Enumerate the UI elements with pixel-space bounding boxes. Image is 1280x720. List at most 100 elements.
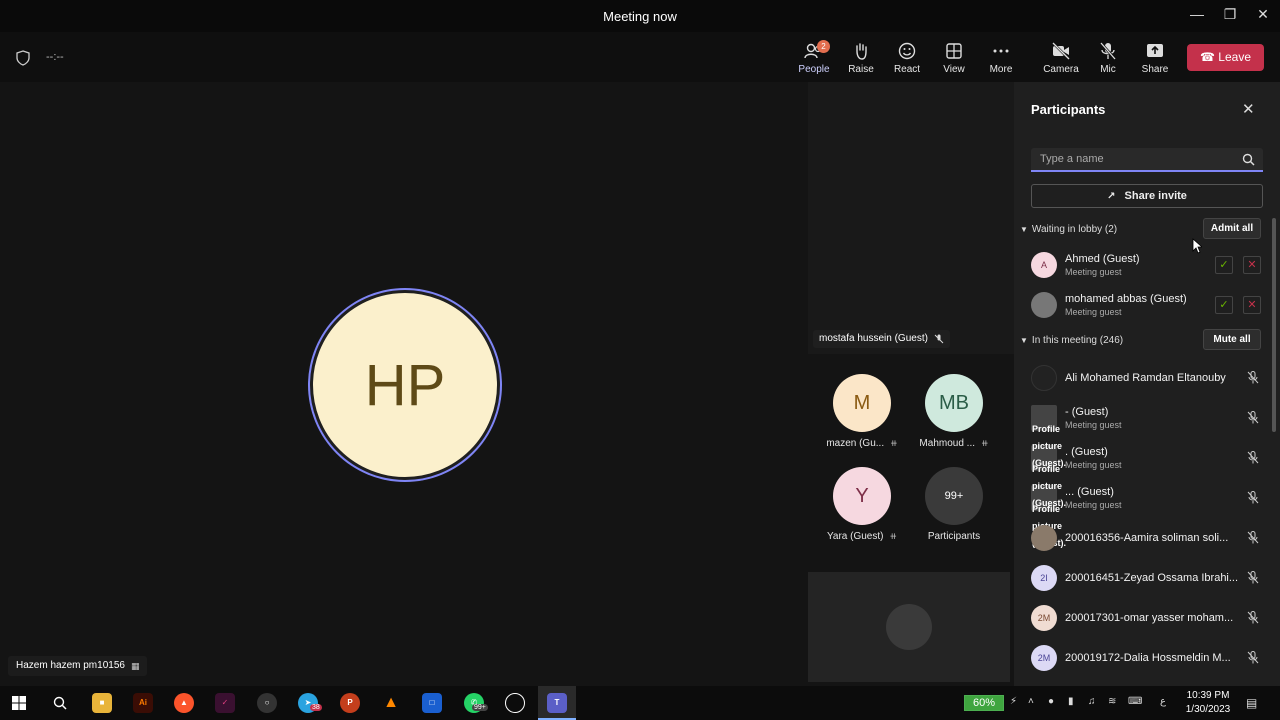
view-button[interactable]: View (931, 40, 977, 80)
clock-date: 1/30/2023 (1185, 704, 1231, 715)
share-invite-button[interactable]: ↗ Share invite (1031, 184, 1263, 208)
clock-app-icon[interactable] (505, 693, 525, 713)
avatar (1031, 365, 1057, 391)
more-participants-tile[interactable]: 99+ Participants (909, 467, 999, 542)
more-label: More (989, 64, 1013, 75)
react-button[interactable]: React (884, 40, 930, 80)
battery-indicator[interactable]: 60% (964, 695, 1004, 711)
member-row[interactable]: 2M 200019172-Dalia Hossmeldin M... (1031, 641, 1263, 675)
brave-browser-icon[interactable]: ▲ (174, 693, 194, 713)
participant-tile[interactable]: M mazen (Gu... ⧺ (817, 374, 907, 449)
more-dots-icon (993, 49, 1009, 53)
mic-off-icon: ⧺ (889, 531, 898, 541)
notifications-icon[interactable]: ▤ (1246, 696, 1257, 710)
avatar (1031, 292, 1057, 318)
camera-video-tile[interactable] (808, 572, 1010, 682)
participant-name: - (Guest) (1065, 406, 1109, 418)
input-language[interactable]: ع (1160, 696, 1166, 707)
share-label: Share (1141, 64, 1169, 75)
lobby-row[interactable]: A Ahmed (Guest) Meeting guest ✓ ✕ (1031, 248, 1263, 282)
app-icon[interactable]: ✓ (215, 693, 235, 713)
file-explorer-icon[interactable]: ■ (92, 693, 112, 713)
video-frame (886, 604, 932, 650)
lobby-row[interactable]: mohamed abbas (Guest) Meeting guest ✓ ✕ (1031, 288, 1263, 322)
avatar: A (1031, 252, 1057, 278)
share-link-icon: ↗ (1107, 191, 1116, 202)
tile-name: Participants (927, 531, 981, 542)
self-name: Hazem hazem pm10156 (16, 660, 125, 671)
panel-scrollbar[interactable] (1272, 218, 1276, 432)
chevron-down-icon: ▼ (1020, 336, 1028, 345)
self-name-tag: Hazem hazem pm10156 ▦ (8, 656, 148, 676)
participant-search[interactable] (1031, 148, 1263, 172)
chevron-up-icon[interactable]: ˄ (1028, 696, 1034, 707)
participant-name: . (Guest) (1065, 446, 1108, 458)
wifi-icon[interactable]: ≋ (1108, 696, 1116, 707)
teams-icon[interactable]: T (547, 693, 567, 713)
deny-x-icon[interactable]: ✕ (1243, 296, 1261, 314)
keyboard-icon[interactable]: ⌨ (1128, 696, 1142, 707)
camera-button[interactable]: Camera (1038, 40, 1084, 80)
member-row[interactable]: Ali Mohamed Ramdan Eltanouby (1031, 361, 1263, 395)
participant-tile[interactable]: Y Yara (Guest) ⧺ (817, 467, 907, 542)
mic-off-icon (1247, 651, 1259, 664)
close-panel-icon[interactable]: ✕ (1242, 100, 1255, 118)
participant-tile[interactable]: MB Mahmoud ... ⧺ (909, 374, 999, 449)
mute-all-button[interactable]: Mute all (1203, 329, 1261, 350)
more-button[interactable]: More (978, 40, 1024, 80)
member-row[interactable]: 2M 200017301-omar yasser moham... (1031, 601, 1263, 635)
hand-icon (856, 43, 867, 60)
admit-check-icon[interactable]: ✓ (1215, 256, 1233, 274)
raise-label: Raise (848, 64, 874, 75)
search-input[interactable] (1031, 148, 1231, 170)
overwatch-icon[interactable]: ○ (257, 693, 277, 713)
vlc-icon[interactable]: ▲ (381, 693, 401, 713)
member-row[interactable]: 200016356-Aamira soliman soli... (1031, 521, 1263, 555)
mic-off-icon (1247, 491, 1259, 504)
share-button[interactable]: Share (1132, 40, 1178, 80)
windows-taskbar: ■ Ai ▲ ✓ ○ ➤ 38 P ▲ □ ✆ 99+ T 60% ⚡ ˄ ● … (0, 686, 1280, 720)
restore-icon[interactable]: ❐ (1219, 6, 1241, 26)
mic-off-icon (1247, 611, 1259, 624)
people-label: People (798, 64, 830, 75)
telegram-badge: 38 (310, 704, 322, 711)
raise-hand-button[interactable]: Raise (838, 40, 884, 80)
tile-name: Yara (Guest) (826, 531, 884, 542)
mic-tray-icon[interactable]: ● (1048, 696, 1054, 707)
close-window-icon[interactable]: ✕ (1252, 6, 1274, 26)
people-button[interactable]: 2 People (791, 40, 837, 85)
powerpoint-icon[interactable]: P (340, 693, 360, 713)
search-icon[interactable] (53, 696, 67, 710)
battery-tray-icon[interactable]: ▮ (1068, 696, 1074, 707)
lobby-section-header[interactable]: ▼ Waiting in lobby (2) (1020, 224, 1117, 235)
admit-check-icon[interactable]: ✓ (1215, 296, 1233, 314)
member-row[interactable]: 2I 200016451-Zeyad Ossama Ibrahi... (1031, 561, 1263, 595)
mic-off-icon (1247, 571, 1259, 584)
minimize-icon[interactable]: — (1186, 6, 1208, 26)
speaker-icon[interactable]: ♫ (1088, 696, 1096, 707)
leave-button[interactable]: ☎ Leave (1187, 44, 1264, 71)
chevron-down-icon: ▼ (1020, 225, 1028, 234)
search-icon[interactable] (1242, 153, 1255, 166)
mic-off-icon (1247, 531, 1259, 544)
mic-button[interactable]: Mic (1085, 40, 1131, 80)
mic-off-icon (1247, 411, 1259, 424)
illustrator-icon[interactable]: Ai (133, 693, 153, 713)
tile-avatar: Y (833, 467, 891, 525)
tile-name: Mahmoud ... (919, 438, 976, 449)
participant-role: Meeting guest (1065, 267, 1122, 277)
admit-all-button[interactable]: Admit all (1203, 218, 1261, 239)
gallery-column: mostafa hussein (Guest) M mazen (Gu... ⧺ … (808, 82, 1014, 686)
participants-panel: Participants ✕ ↗ Share invite ▼Waiting i… (1014, 82, 1280, 686)
view-label: View (943, 64, 965, 75)
participant-name: 200016451-Zeyad Ossama Ibrahi... (1065, 572, 1239, 584)
participant-name: 200017301-omar yasser moham... (1065, 612, 1234, 624)
system-clock[interactable]: 10:39 PM 1/30/2023 (1180, 689, 1236, 717)
avatar (1031, 525, 1057, 551)
windows-start-icon[interactable] (12, 696, 26, 710)
deny-x-icon[interactable]: ✕ (1243, 256, 1261, 274)
main-speaker-avatar[interactable]: HP (310, 290, 500, 480)
blue-app-icon[interactable]: □ (422, 693, 442, 713)
meeting-section-header[interactable]: ▼ In this meeting (246) (1020, 335, 1123, 346)
shared-screen-tile[interactable]: mostafa hussein (Guest) (808, 82, 1014, 354)
